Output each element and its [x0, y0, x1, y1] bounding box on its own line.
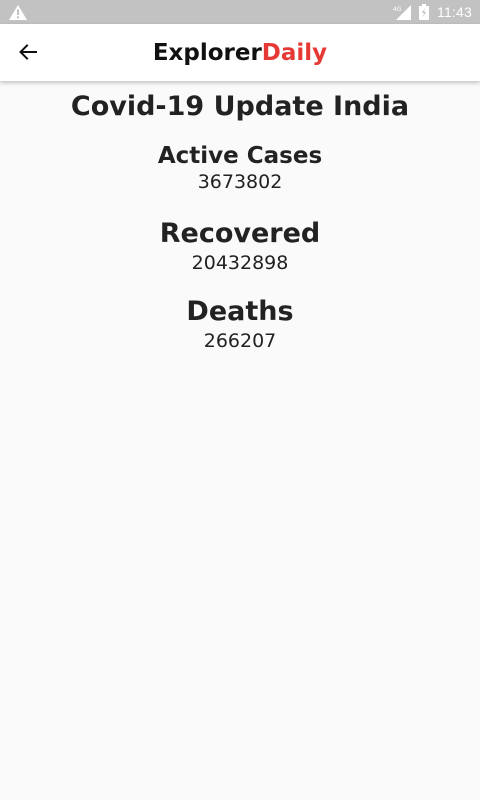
stat-label: Active Cases — [157, 143, 323, 169]
app-title-accent: Daily — [261, 39, 328, 66]
status-time: 11:43 — [437, 4, 472, 20]
stat-value: 20432898 — [191, 252, 289, 274]
main-content: Covid-19 Update India Active Cases 36738… — [0, 81, 480, 353]
stat-value: 266207 — [203, 330, 277, 352]
stat-deaths: Deaths 266207 — [0, 295, 480, 353]
app-title-primary: Explorer — [152, 39, 262, 66]
stat-label: Recovered — [159, 218, 321, 249]
warning-icon — [9, 5, 27, 20]
network-type-label: 4G — [393, 6, 402, 13]
arrow-left-icon — [19, 44, 37, 60]
app-title: Explorer Daily — [0, 24, 480, 81]
battery-icon — [419, 4, 429, 20]
page-title: Covid-19 Update India — [70, 91, 410, 122]
status-bar: 4G 11:43 — [0, 0, 480, 24]
signal-icon: 4G — [393, 5, 411, 20]
stat-label: Deaths — [186, 296, 294, 327]
stat-value: 3673802 — [197, 171, 283, 193]
stat-recovered: Recovered 20432898 — [0, 217, 480, 275]
stat-active-cases: Active Cases 3673802 — [0, 142, 480, 194]
status-indicators: 4G 11:43 — [393, 0, 472, 24]
app-bar: Explorer Daily — [0, 24, 480, 81]
back-button[interactable] — [12, 36, 44, 68]
